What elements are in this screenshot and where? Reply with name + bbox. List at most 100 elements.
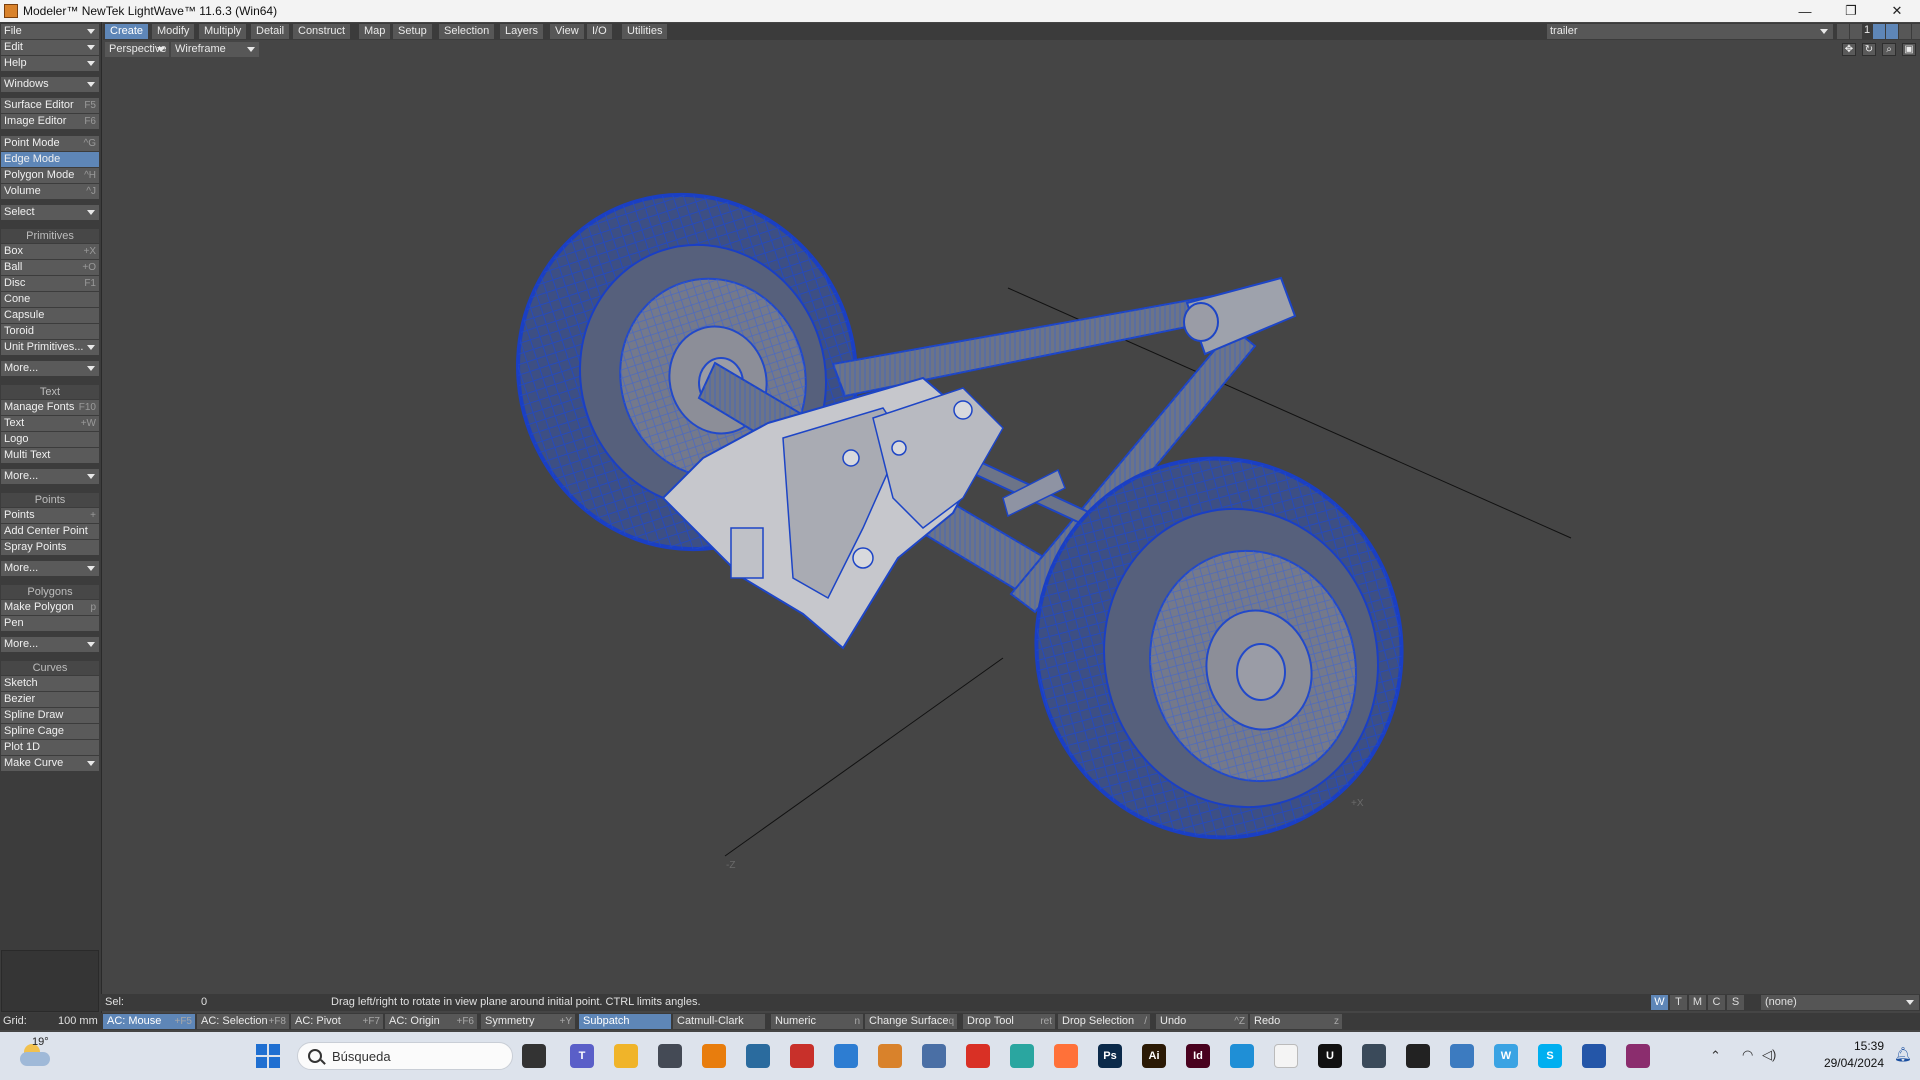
ball-tool-button[interactable]: Ball +O	[1, 260, 99, 275]
ac-pivot-button[interactable]: AC: Pivot +F7	[291, 1014, 383, 1029]
monitor-icon[interactable]	[922, 1044, 946, 1068]
tab-view[interactable]: View	[550, 24, 584, 39]
perspective-viewport[interactable]: -Z +X	[103, 58, 1920, 993]
skype-icon[interactable]: S	[1538, 1044, 1562, 1068]
restore-button[interactable]: ❐	[1828, 0, 1874, 22]
primitives-more-dropdown[interactable]: More...	[1, 361, 99, 376]
tab-io[interactable]: I/O	[587, 24, 612, 39]
change-surface-button[interactable]: Change Surface q	[865, 1014, 957, 1029]
weather-widget[interactable]: 19°	[18, 1036, 58, 1074]
windows-menu[interactable]: Windows	[1, 77, 99, 92]
polygons-more-dropdown[interactable]: More...	[1, 637, 99, 652]
point-mode-button[interactable]: Point Mode ^G	[1, 136, 99, 151]
tab-selection[interactable]: Selection	[439, 24, 495, 39]
tab-detail[interactable]: Detail	[251, 24, 290, 39]
morph-map-button[interactable]: M	[1689, 995, 1706, 1010]
maximize-view-icon[interactable]: ▣	[1902, 43, 1916, 56]
app-u-icon[interactable]: U	[1318, 1044, 1342, 1068]
tab-layers[interactable]: Layers	[500, 24, 544, 39]
weight-map-button[interactable]: W	[1651, 995, 1668, 1010]
layer-1-button[interactable]	[1873, 24, 1885, 39]
layer-2-button[interactable]	[1886, 24, 1898, 39]
help-menu[interactable]: Help	[1, 56, 99, 71]
undo-button[interactable]: Undo ^Z	[1156, 1014, 1248, 1029]
next-object-button[interactable]	[1850, 24, 1862, 39]
surface-editor-button[interactable]: Surface Editor F5	[1, 98, 99, 113]
make-curve-dropdown[interactable]: Make Curve	[1, 756, 99, 771]
texture-map-button[interactable]: T	[1670, 995, 1687, 1010]
wifi-icon[interactable]: ◠	[1742, 1047, 1753, 1063]
subpatch-type-dropdown[interactable]: Catmull-Clark	[673, 1014, 765, 1029]
points-tool-button[interactable]: Points +	[1, 508, 99, 523]
drop-tool-button[interactable]: Drop Tool ret	[963, 1014, 1055, 1029]
move-view-icon[interactable]: ✥	[1842, 43, 1856, 56]
photoshop-icon[interactable]: Ps	[1098, 1044, 1122, 1068]
object-select-dropdown[interactable]: trailer	[1547, 24, 1833, 39]
app-w-icon[interactable]: W	[1494, 1044, 1518, 1068]
minimize-button[interactable]: —	[1782, 0, 1828, 22]
multi-text-button[interactable]: Multi Text	[1, 448, 99, 463]
ac-selection-button[interactable]: AC: Selection +F8	[197, 1014, 289, 1029]
layer-3-button[interactable]	[1899, 24, 1911, 39]
firefox-icon[interactable]	[1054, 1044, 1078, 1068]
make-polygon-button[interactable]: Make Polygon p	[1, 600, 99, 615]
bezier-tool-button[interactable]: Bezier	[1, 692, 99, 707]
view-type-dropdown[interactable]: Perspective	[105, 42, 169, 57]
notification-bell-icon[interactable]: 🔔︎	[1894, 1046, 1912, 1063]
close-button[interactable]: ✕	[1874, 0, 1920, 22]
color-map-button[interactable]: C	[1708, 995, 1725, 1010]
winrar-icon[interactable]	[1626, 1044, 1650, 1068]
redo-button[interactable]: Redo z	[1250, 1014, 1342, 1029]
zoom-view-icon[interactable]: ⌕	[1882, 43, 1896, 56]
rotate-view-icon[interactable]: ↻	[1862, 43, 1876, 56]
photos-icon[interactable]	[834, 1044, 858, 1068]
edge-mode-button[interactable]: Edge Mode	[1, 152, 99, 167]
edit-menu[interactable]: Edit	[1, 40, 99, 55]
app-red-icon[interactable]	[790, 1044, 814, 1068]
app-store-icon[interactable]	[1582, 1044, 1606, 1068]
sketch-tool-button[interactable]: Sketch	[1, 676, 99, 691]
drop-selection-button[interactable]: Drop Selection /	[1058, 1014, 1150, 1029]
ac-origin-button[interactable]: AC: Origin +F6	[385, 1014, 477, 1029]
render-mode-dropdown[interactable]: Wireframe Shade	[171, 42, 259, 70]
capsule-tool-button[interactable]: Capsule	[1, 308, 99, 323]
plot-1d-button[interactable]: Plot 1D	[1, 740, 99, 755]
cone-tool-button[interactable]: Cone	[1, 292, 99, 307]
unit-primitives-dropdown[interactable]: Unit Primitives...	[1, 340, 99, 355]
vertex-map-dropdown[interactable]: (none)	[1761, 995, 1919, 1010]
davinci-icon[interactable]	[746, 1044, 770, 1068]
ac-mouse-button[interactable]: AC: Mouse +F5	[103, 1014, 195, 1029]
blender-icon[interactable]	[702, 1044, 726, 1068]
clock-date[interactable]: 29/04/2024	[1800, 1056, 1884, 1070]
tab-multiply[interactable]: Multiply	[199, 24, 247, 39]
pen-tool-button[interactable]: Pen	[1, 616, 99, 631]
tab-modify[interactable]: Modify	[152, 24, 195, 39]
manage-fonts-button[interactable]: Manage Fonts F10	[1, 400, 99, 415]
tab-map[interactable]: Map	[359, 24, 391, 39]
clock-time[interactable]: 15:39	[1820, 1039, 1884, 1053]
tab-create[interactable]: Create	[105, 24, 149, 39]
taskbar-search-box[interactable]: Búsqueda	[297, 1042, 513, 1070]
toroid-tool-button[interactable]: Toroid	[1, 324, 99, 339]
task-view-icon[interactable]	[522, 1044, 546, 1068]
lightwave-icon[interactable]	[878, 1044, 902, 1068]
illustrator-icon[interactable]: Ai	[1142, 1044, 1166, 1068]
file-menu[interactable]: File	[1, 24, 99, 39]
numeric-button[interactable]: Numeric n	[771, 1014, 863, 1029]
app-blue-icon[interactable]	[1230, 1044, 1254, 1068]
image-editor-button[interactable]: Image Editor F6	[1, 114, 99, 129]
text-more-dropdown[interactable]: More...	[1, 469, 99, 484]
app-screen-icon[interactable]	[1450, 1044, 1474, 1068]
add-center-point-button[interactable]: Add Center Point	[1, 524, 99, 539]
box-tool-button[interactable]: Box +X	[1, 244, 99, 259]
logo-tool-button[interactable]: Logo	[1, 432, 99, 447]
disc-tool-button[interactable]: Disc F1	[1, 276, 99, 291]
file-icon[interactable]	[1274, 1044, 1298, 1068]
file-explorer-icon[interactable]	[614, 1044, 638, 1068]
teams-icon[interactable]: T	[570, 1044, 594, 1068]
symmetry-button[interactable]: Symmetry +Y	[481, 1014, 575, 1029]
spray-points-button[interactable]: Spray Points	[1, 540, 99, 555]
calculator-icon[interactable]	[658, 1044, 682, 1068]
tab-construct[interactable]: Construct	[293, 24, 351, 39]
tab-utilities[interactable]: Utilities	[622, 24, 668, 39]
